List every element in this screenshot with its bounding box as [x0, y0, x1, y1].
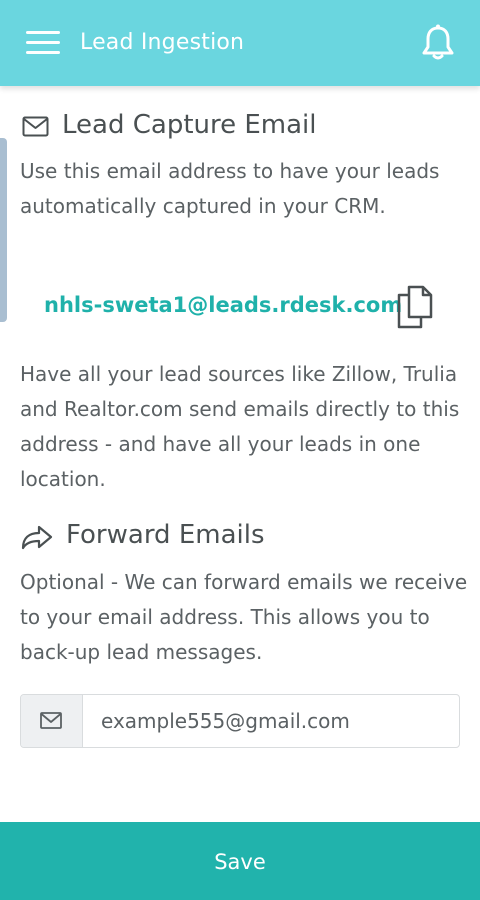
forward-email-field: [20, 694, 460, 748]
forward-email-input[interactable]: [83, 695, 453, 747]
forward-emails-title: Forward Emails: [66, 520, 265, 550]
copy-icon[interactable]: [395, 283, 441, 331]
lead-capture-description: Use this email address to have your lead…: [20, 159, 440, 218]
input-addon: [21, 695, 83, 747]
envelope-icon: [22, 116, 49, 137]
hamburger-menu-icon[interactable]: [24, 29, 62, 57]
envelope-icon: [40, 712, 62, 729]
lead-capture-title: Lead Capture Email: [62, 110, 317, 140]
share-arrow-icon: [21, 525, 53, 550]
forward-emails-description: Optional - We can forward emails we rece…: [20, 570, 468, 664]
lead-sources-description: Have all your lead sources like Zillow, …: [20, 362, 460, 491]
side-drawer-handle[interactable]: [0, 138, 7, 322]
page-title: Lead Ingestion: [80, 30, 245, 55]
bell-icon[interactable]: [418, 22, 458, 62]
app-header: Lead Ingestion: [0, 0, 480, 86]
lead-capture-email-address[interactable]: nhls-sweta1@leads.rdesk.com: [44, 293, 402, 317]
save-button[interactable]: Save: [0, 822, 480, 900]
app-screen: Lead Ingestion Lead Capture Email Use th…: [0, 0, 480, 900]
